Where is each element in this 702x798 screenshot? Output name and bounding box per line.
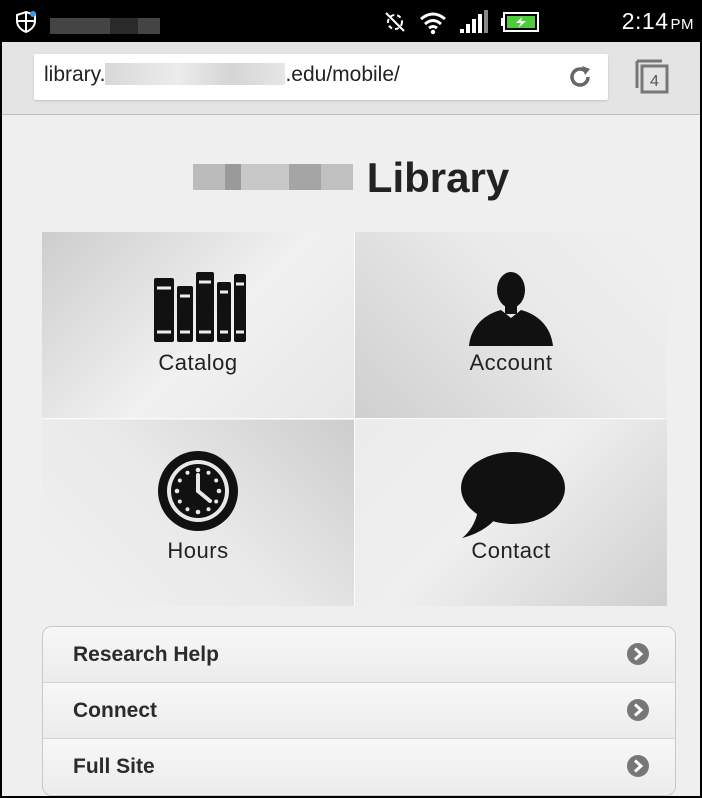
catalog-tile[interactable]: Catalog (42, 232, 354, 418)
chevron-right-icon (627, 699, 649, 721)
chevron-right-icon (627, 755, 649, 777)
tab-count: 4 (650, 73, 659, 90)
redacted-library-name (192, 164, 353, 190)
list-item-label: Full Site (73, 755, 155, 778)
list-item-label: Research Help (73, 643, 219, 666)
hours-label: Hours (167, 538, 229, 563)
redacted-domain (105, 63, 286, 85)
speech-bubble-icon (461, 452, 565, 538)
url-field[interactable]: library. .edu/mobile/ (34, 54, 608, 100)
ampm-text: PM (670, 16, 694, 33)
status-icons (382, 9, 540, 35)
contact-label: Contact (471, 538, 551, 563)
page-title: Library (2, 154, 700, 202)
list-item-connect[interactable]: Connect (43, 683, 675, 739)
clock-icon (158, 451, 238, 531)
hours-tile[interactable]: Hours (42, 420, 354, 606)
clock-readout: 2:14 PM (622, 8, 694, 35)
books-icon (154, 272, 246, 342)
redacted-notification (50, 18, 160, 34)
url-suffix: .edu/mobile/ (285, 63, 400, 86)
signal-icon (460, 10, 488, 33)
list-item-research-help[interactable]: Research Help (43, 627, 675, 683)
list-item-full-site[interactable]: Full Site (43, 739, 675, 794)
link-list: Research Help Connect Full Site (42, 626, 676, 796)
account-tile[interactable]: Account (355, 232, 667, 418)
account-label: Account (469, 350, 553, 375)
sync-off-icon (385, 12, 405, 32)
status-bar: 2:14 PM (2, 2, 700, 42)
contact-tile[interactable]: Contact (355, 420, 667, 606)
title-text: Library (366, 154, 510, 201)
time-text: 2:14 (621, 8, 669, 34)
chevron-right-icon (627, 643, 649, 665)
reload-icon[interactable] (566, 63, 594, 91)
tile-divider-horizontal (42, 418, 664, 419)
shield-icon (16, 10, 36, 34)
tabs-button[interactable]: 4 (634, 58, 670, 96)
url-prefix: library. (44, 63, 106, 86)
tile-divider-vertical (354, 232, 355, 606)
person-icon (469, 272, 553, 346)
list-item-label: Connect (73, 699, 157, 722)
battery-charging-icon (501, 12, 539, 32)
browser-toolbar: library. .edu/mobile/ 4 (2, 42, 700, 115)
url-text: library. .edu/mobile/ (44, 63, 400, 87)
catalog-label: Catalog (158, 350, 238, 375)
wifi-icon (420, 12, 446, 35)
phone-screen: 2:14PM library. .edu/mobile/ 4 Library (0, 0, 702, 798)
